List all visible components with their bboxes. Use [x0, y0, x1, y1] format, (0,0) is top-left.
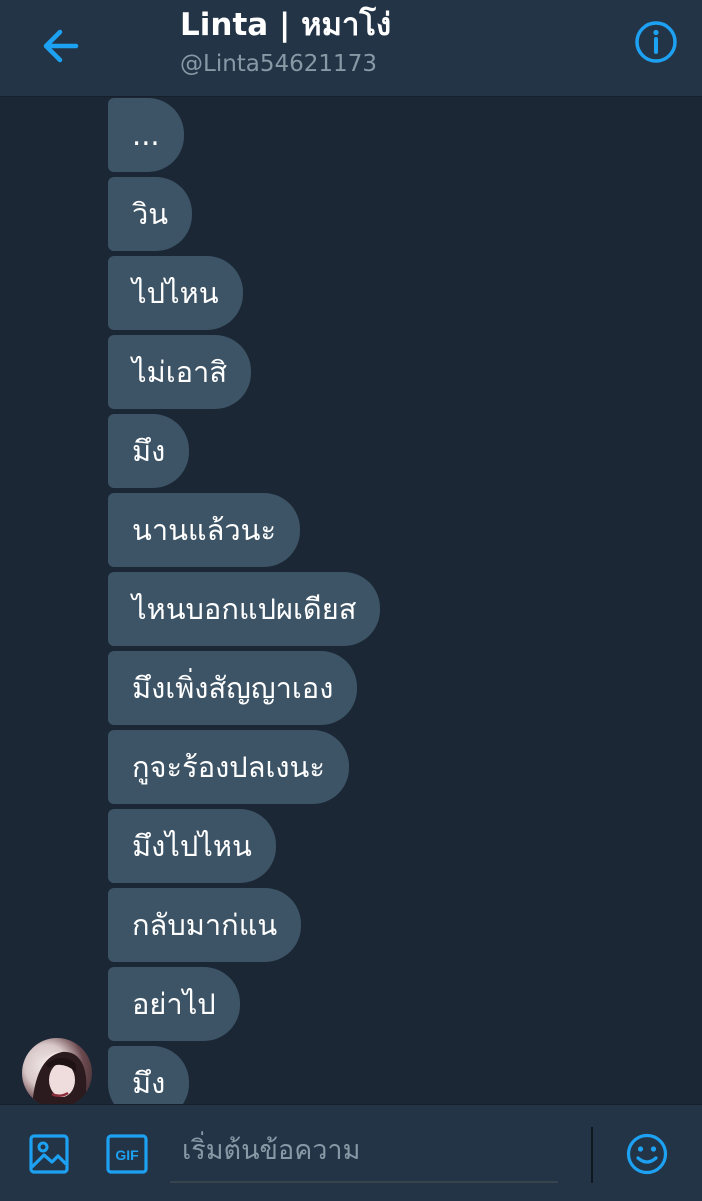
info-icon	[635, 21, 677, 63]
message-bubble[interactable]: ...	[108, 98, 184, 172]
conversation-handle: @Linta54621173	[180, 51, 377, 77]
composer-divider	[591, 1127, 593, 1183]
avatar[interactable]	[22, 1038, 92, 1108]
message-bubble[interactable]: ไปไหน	[108, 256, 243, 330]
info-button[interactable]	[626, 14, 686, 70]
emoji-icon	[626, 1133, 668, 1175]
emoji-button[interactable]	[624, 1131, 670, 1177]
message-bubble[interactable]: นานแล้วนะ	[108, 493, 301, 567]
message-composer: GIF เริ่มต้นข้อความ	[0, 1104, 702, 1201]
arrow-left-icon	[43, 29, 79, 63]
message-bubble[interactable]: กลับมาก่แน	[108, 888, 302, 962]
message-bubble[interactable]: วิน	[108, 177, 193, 251]
add-gif-button[interactable]: GIF	[104, 1131, 150, 1177]
message-bubble[interactable]: มึง	[108, 414, 190, 488]
conversation-header: Linta | หมาโง่ @Linta54621173	[0, 0, 702, 97]
message-bubble[interactable]: ไหนบอกแปผเดียส	[108, 572, 381, 646]
back-button[interactable]	[30, 18, 90, 74]
add-image-button[interactable]	[26, 1131, 72, 1177]
gif-label: GIF	[115, 1147, 139, 1163]
avatar-image	[32, 1051, 92, 1108]
gif-icon: GIF	[106, 1134, 148, 1174]
conversation-title: Linta | หมาโง่	[180, 7, 392, 43]
message-bubble[interactable]: กูจะร้องปลเงนะ	[108, 730, 349, 804]
message-input[interactable]: เริ่มต้นข้อความ	[170, 1123, 558, 1183]
message-bubble[interactable]: มึงไปไหน	[108, 809, 276, 883]
message-bubble[interactable]: อย่าไป	[108, 967, 240, 1041]
message-bubble[interactable]: มึง	[108, 1046, 190, 1104]
image-icon	[29, 1134, 69, 1174]
message-bubble[interactable]: มึงเพิ่งสัญญาเอง	[108, 651, 358, 725]
conversation-title-block[interactable]: Linta | หมาโง่ @Linta54621173	[180, 4, 600, 80]
message-list[interactable]: ... วิน ไปไหน ไม่เอาสิ มึง นานแล้วนะ ไหน…	[0, 96, 702, 1104]
message-bubble[interactable]: ไม่เอาสิ	[108, 335, 252, 409]
